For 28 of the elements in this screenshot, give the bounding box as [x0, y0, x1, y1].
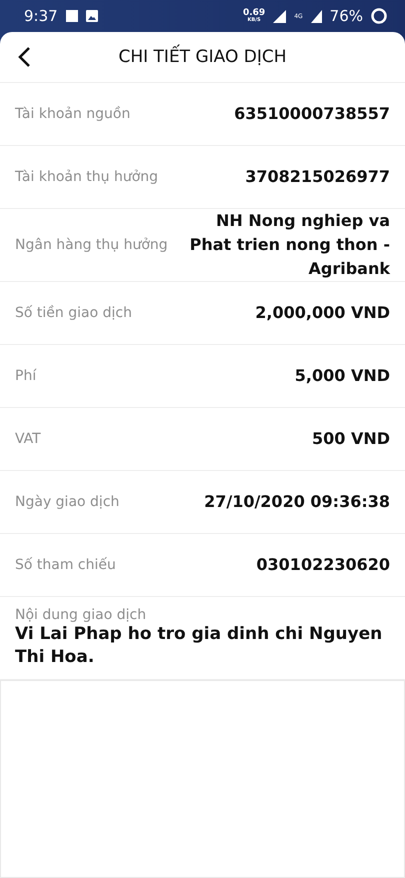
- field-label: Phí: [15, 368, 36, 384]
- page-title: CHI TIẾT GIAO DỊCH: [118, 47, 287, 67]
- field-value: 3708215026977: [245, 166, 390, 188]
- field-label: Số tham chiếu: [15, 557, 116, 573]
- field-label: Tài khoản thụ hưởng: [15, 169, 158, 185]
- field-label: Tài khoản nguồn: [15, 106, 130, 122]
- back-icon: [17, 46, 31, 68]
- field-label: Nội dung giao dịch: [15, 607, 148, 623]
- field-label: Số tiền giao dịch: [15, 305, 132, 321]
- network-speed: 0.69: [242, 9, 266, 18]
- field-value: 5,000 VND: [294, 365, 390, 387]
- battery-level: 76%: [330, 7, 363, 25]
- field-value: NH Nong nghiep va Phat trien nong thon - Agribank: [188, 210, 390, 280]
- signal-icon: [273, 10, 286, 22]
- field-value: Vi Lai Phap ho tro gia dinh chi Nguyen Thi Hoa.: [15, 623, 384, 669]
- stop-icon: [66, 10, 78, 22]
- status-time: 9:37: [24, 7, 58, 25]
- field-value: 27/10/2020 09:36:38: [204, 491, 390, 513]
- field-value: 63510000738557: [234, 103, 390, 125]
- field-value: 2,000,000 VND: [255, 302, 390, 324]
- battery-icon: [371, 8, 387, 24]
- field-label: Ngân hàng thụ hưởng: [15, 237, 168, 253]
- field-value: 500 VND: [312, 428, 390, 450]
- field-value: 030102230620: [256, 554, 390, 576]
- image-icon: [86, 10, 98, 22]
- signal-icon: [310, 10, 322, 22]
- field-label: VAT: [15, 431, 41, 447]
- field-label: Ngày giao dịch: [15, 494, 120, 510]
